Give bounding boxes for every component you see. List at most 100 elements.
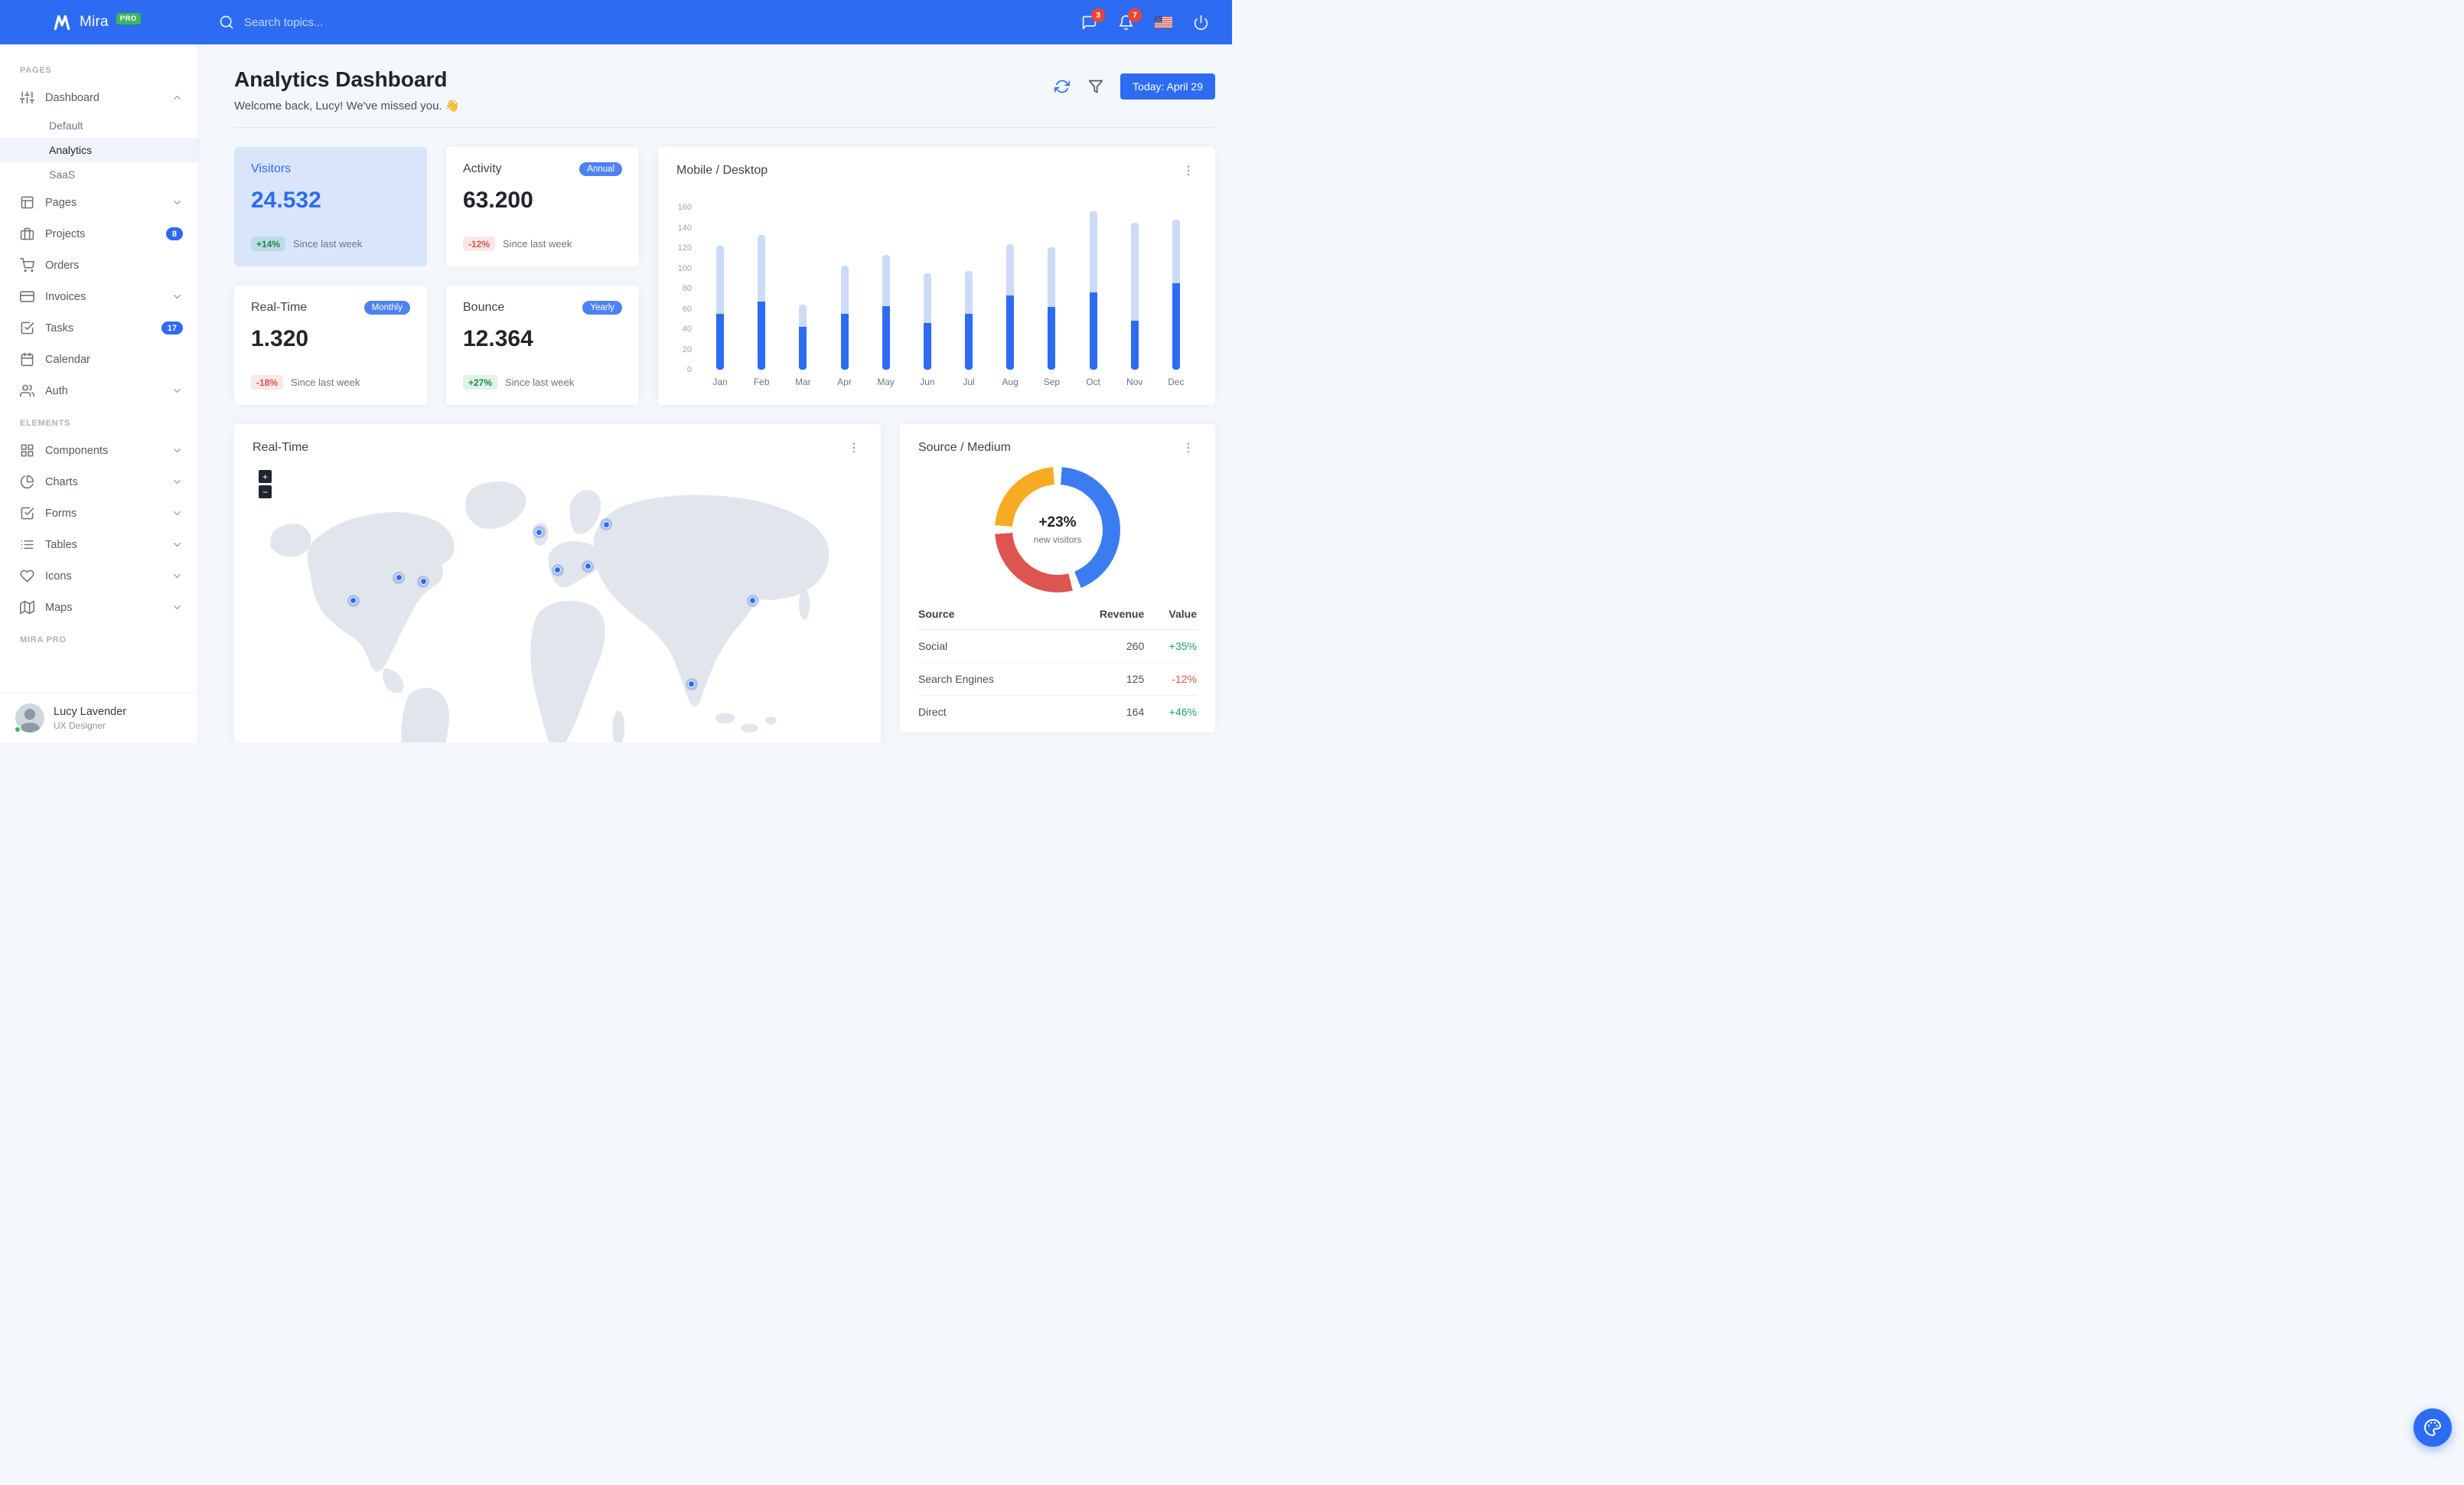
x-axis-label: Oct <box>1086 377 1100 387</box>
heart-icon <box>20 569 34 583</box>
messages-button[interactable]: 3 <box>1081 8 1105 31</box>
x-axis-label: Nov <box>1126 377 1143 387</box>
card-title: Source / Medium <box>918 441 1011 454</box>
more-vertical-icon <box>852 442 856 453</box>
sidebar-item-label: Invoices <box>45 290 86 303</box>
stat-title: Bounce <box>463 301 505 314</box>
donut-center-label: new visitors <box>1033 534 1082 545</box>
sidebar-item-label: Orders <box>45 259 80 272</box>
sidebar-item-tasks[interactable]: Tasks 17 <box>0 312 198 344</box>
bar-column: Dec <box>1166 219 1186 390</box>
sidebar-subitem-default[interactable]: Default <box>0 113 198 138</box>
users-icon <box>20 383 34 398</box>
sidebar-subitem-analytics[interactable]: Analytics <box>0 138 198 162</box>
table-row: Social 260 +35% <box>918 629 1197 663</box>
bar-chart: 160 140 120 100 80 60 40 20 0 Jan Feb Mar Apr May Jun… <box>676 185 1197 390</box>
stat-card-realtime: Real-Time Monthly 1.320 -18% Since last … <box>234 286 427 405</box>
chevron-down-icon <box>171 197 183 208</box>
logout-button[interactable] <box>1193 15 1209 31</box>
x-axis-label: Mar <box>795 377 811 387</box>
period-tag: Yearly <box>582 301 622 315</box>
stat-delta-badge: +27% <box>463 375 498 390</box>
map-marker <box>746 594 759 607</box>
stat-card-activity: Activity Annual 63.200 -12% Since last w… <box>446 147 639 266</box>
bar-chart-y-axis: 160 140 120 100 80 60 40 20 0 <box>677 203 692 374</box>
sidebar-item-label: Components <box>45 444 109 457</box>
bar-column: Apr <box>835 265 855 390</box>
theme-settings-button[interactable] <box>2413 1408 2452 1447</box>
sidebar-section-label: PAGES <box>20 66 52 75</box>
sidebar-item-maps[interactable]: Maps <box>0 592 198 623</box>
sidebar-item-calendar[interactable]: Calendar <box>0 344 198 375</box>
more-options-button[interactable] <box>1180 162 1197 179</box>
mobile-bar-segment <box>840 314 849 370</box>
x-axis-label: Apr <box>837 377 852 387</box>
bar-column: Jul <box>959 271 979 390</box>
desktop-bar-segment <box>716 246 724 315</box>
sidebar-item-label: Dashboard <box>45 91 99 104</box>
refresh-button[interactable] <box>1053 77 1071 96</box>
chevron-down-icon <box>171 602 183 613</box>
sidebar-item-projects[interactable]: Projects 8 <box>0 218 198 250</box>
today-button[interactable]: Today: April 29 <box>1120 73 1215 100</box>
column-header-value: Value <box>1144 599 1197 630</box>
sliders-icon <box>20 90 34 105</box>
search-input[interactable] <box>244 15 458 29</box>
top-navbar: Mira PRO 3 7 <box>0 0 1232 44</box>
stacked-bar <box>1172 219 1180 370</box>
sidebar-item-auth[interactable]: Auth <box>0 375 198 406</box>
sidebar-user[interactable]: Lucy Lavender UX Designer <box>0 693 198 742</box>
stat-card-bounce: Bounce Yearly 12.364 +27% Since last wee… <box>446 286 639 405</box>
desktop-bar-segment <box>758 234 766 302</box>
sidebar-item-orders[interactable]: Orders <box>0 250 198 281</box>
sidebar-item-tables[interactable]: Tables <box>0 529 198 560</box>
donut-center-value: +23% <box>1038 514 1077 530</box>
map-marker <box>393 571 406 584</box>
sidebar-item-invoices[interactable]: Invoices <box>0 281 198 312</box>
zoom-in-button[interactable]: + <box>259 470 272 483</box>
sidebar-item-charts[interactable]: Charts <box>0 466 198 498</box>
header-actions: Today: April 29 <box>1053 73 1215 100</box>
bar-column: Aug <box>1000 243 1020 390</box>
sidebar-section-label: MIRA PRO <box>20 635 67 645</box>
map-marker <box>685 677 698 690</box>
sidebar-subitem-saas[interactable]: SaaS <box>0 162 198 187</box>
sidebar-item-pages[interactable]: Pages <box>0 187 198 218</box>
zoom-out-button[interactable]: − <box>259 485 272 498</box>
sidebar-item-forms[interactable]: Forms <box>0 498 198 529</box>
language-flag-button[interactable] <box>1155 16 1172 28</box>
notifications-button[interactable]: 7 <box>1118 8 1142 31</box>
list-icon <box>20 537 34 552</box>
check-square-icon <box>20 321 34 335</box>
messages-count-badge: 3 <box>1091 8 1105 22</box>
notifications-count-badge: 7 <box>1128 8 1142 22</box>
period-tag: Annual <box>579 162 622 176</box>
sidebar-item-label: Auth <box>45 384 68 397</box>
desktop-bar-segment <box>1006 243 1015 296</box>
chevron-down-icon <box>171 508 183 519</box>
stacked-bar <box>923 273 931 370</box>
map-marker <box>533 526 546 539</box>
filter-button[interactable] <box>1087 77 1105 96</box>
brand[interactable]: Mira PRO <box>0 12 199 32</box>
credit-card-icon <box>20 289 34 304</box>
sidebar-item-label: Tasks <box>45 321 74 335</box>
chevron-down-icon <box>171 476 183 488</box>
sidebar-item-label: Icons <box>45 570 72 583</box>
more-options-button[interactable] <box>1180 439 1197 456</box>
sidebar-item-components[interactable]: Components <box>0 435 198 466</box>
navbar-actions: 3 7 <box>1081 8 1232 31</box>
navbar-search <box>219 15 1081 30</box>
sidebar-item-dashboard[interactable]: Dashboard <box>0 82 198 113</box>
desktop-bar-segment <box>965 271 973 315</box>
more-options-button[interactable] <box>846 439 862 456</box>
refresh-icon <box>1054 80 1071 93</box>
filter-icon <box>1088 80 1103 93</box>
sidebar-section-label: ELEMENTS <box>20 419 71 428</box>
sidebar-item-icons[interactable]: Icons <box>0 560 198 592</box>
card-title: Mobile / Desktop <box>676 164 768 177</box>
briefcase-icon <box>20 227 34 241</box>
stat-title: Visitors <box>251 162 292 175</box>
x-axis-label: Jun <box>920 377 935 387</box>
chevron-down-icon <box>171 445 183 456</box>
